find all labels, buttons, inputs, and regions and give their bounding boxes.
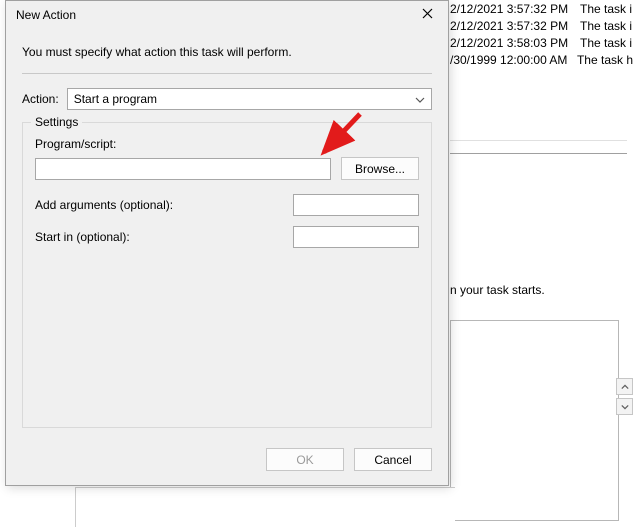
description-panel [450,320,619,521]
table-row[interactable]: 2/12/2021 3:57:32 PM The task i [450,17,633,34]
close-icon [422,8,433,22]
task-desc: The task i [580,19,632,33]
browse-button[interactable]: Browse... [341,157,419,180]
task-date: 2/12/2021 3:58:03 PM [450,36,580,50]
spinner-controls [616,378,633,418]
action-label: Action: [22,92,59,106]
program-input[interactable] [35,158,331,180]
settings-legend: Settings [31,115,82,129]
task-date: 2/12/2021 3:57:32 PM [450,2,580,16]
scroll-up-button[interactable] [616,378,633,395]
arguments-label: Add arguments (optional): [35,198,173,212]
task-date: 2/12/2021 3:57:32 PM [450,19,580,33]
settings-fieldset: Settings Program/script: Browse... Add a… [22,122,432,428]
startin-label: Start in (optional): [35,230,130,244]
table-row[interactable]: 2/12/2021 3:57:32 PM The task i [450,0,633,17]
partial-text: n your task starts. [450,283,545,297]
startin-input[interactable] [293,226,419,248]
chevron-down-icon [415,92,425,106]
task-desc: The task i [580,36,632,50]
divider [22,73,432,74]
dialog-title: New Action [16,8,412,22]
task-desc: The task h [577,53,633,67]
titlebar: New Action [6,1,448,29]
divider [450,140,627,154]
new-action-dialog: New Action You must specify what action … [5,0,449,486]
arguments-input[interactable] [293,194,419,216]
scroll-down-button[interactable] [616,398,633,415]
dialog-description: You must specify what action this task w… [22,45,432,59]
table-row[interactable]: /30/1999 12:00:00 AM The task h [450,51,633,68]
task-date: /30/1999 12:00:00 AM [450,53,577,67]
task-history-list: 2/12/2021 3:57:32 PM The task i 2/12/202… [450,0,633,68]
table-row[interactable]: 2/12/2021 3:58:03 PM The task i [450,34,633,51]
program-label: Program/script: [35,137,419,151]
action-select[interactable]: Start a program [67,88,432,110]
panel-tab-area [75,487,455,527]
action-select-value: Start a program [74,92,157,106]
ok-button[interactable]: OK [266,448,344,471]
task-desc: The task i [580,2,632,16]
dialog-footer: OK Cancel [6,438,448,485]
cancel-button[interactable]: Cancel [354,448,432,471]
close-button[interactable] [412,3,442,27]
